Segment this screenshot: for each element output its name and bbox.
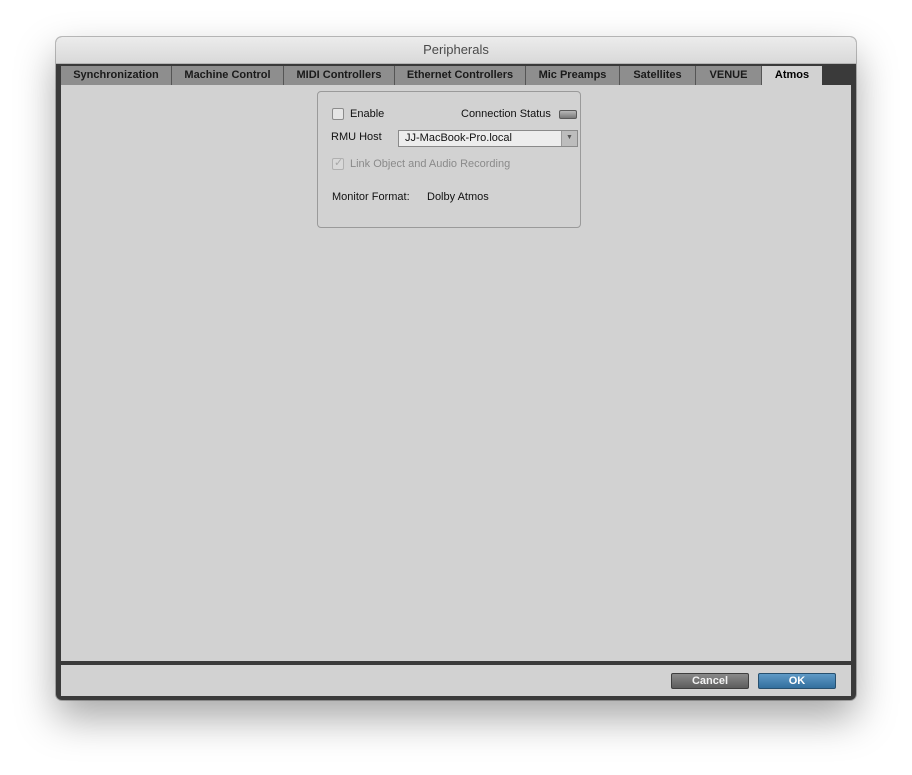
enable-label: Enable xyxy=(350,108,385,120)
tab-bar: Synchronization Machine Control MIDI Con… xyxy=(61,66,851,85)
checkmark-icon: ✓ xyxy=(334,157,344,169)
tab-synchronization[interactable]: Synchronization xyxy=(61,66,172,85)
monitor-format-value: Dolby Atmos xyxy=(427,191,489,203)
connection-status-label: Connection Status xyxy=(461,108,551,120)
tab-mic-preamps[interactable]: Mic Preamps xyxy=(526,66,620,85)
tab-midi-controllers[interactable]: MIDI Controllers xyxy=(284,66,395,85)
tab-atmos[interactable]: Atmos xyxy=(762,66,822,85)
dialog-footer: Cancel OK xyxy=(61,665,851,696)
tab-venue[interactable]: VENUE xyxy=(696,66,762,85)
rmu-host-select[interactable]: JJ-MacBook-Pro.local ▼ xyxy=(398,130,578,147)
rmu-host-value: JJ-MacBook-Pro.local xyxy=(405,132,512,144)
monitor-format-label: Monitor Format: xyxy=(332,191,410,203)
status-led-icon xyxy=(559,110,577,119)
rmu-host-label: RMU Host xyxy=(331,131,382,143)
cancel-button[interactable]: Cancel xyxy=(671,673,749,689)
triangle-down-icon[interactable]: ▼ xyxy=(561,131,577,146)
peripherals-window: Peripherals Synchronization Machine Cont… xyxy=(56,37,856,700)
tab-ethernet-controllers[interactable]: Ethernet Controllers xyxy=(395,66,526,85)
link-recording-checkbox[interactable]: ✓ xyxy=(332,157,344,170)
tab-machine-control[interactable]: Machine Control xyxy=(172,66,284,85)
atmos-panel: Enable Connection Status RMU Host JJ-Mac… xyxy=(61,85,851,661)
tab-satellites[interactable]: Satellites xyxy=(620,66,696,85)
link-recording-label: Link Object and Audio Recording xyxy=(350,158,511,170)
window-title: Peripherals xyxy=(56,37,856,64)
ok-button[interactable]: OK xyxy=(758,673,836,689)
atmos-settings-group: Enable Connection Status RMU Host JJ-Mac… xyxy=(317,91,581,228)
enable-checkbox[interactable] xyxy=(332,108,344,120)
